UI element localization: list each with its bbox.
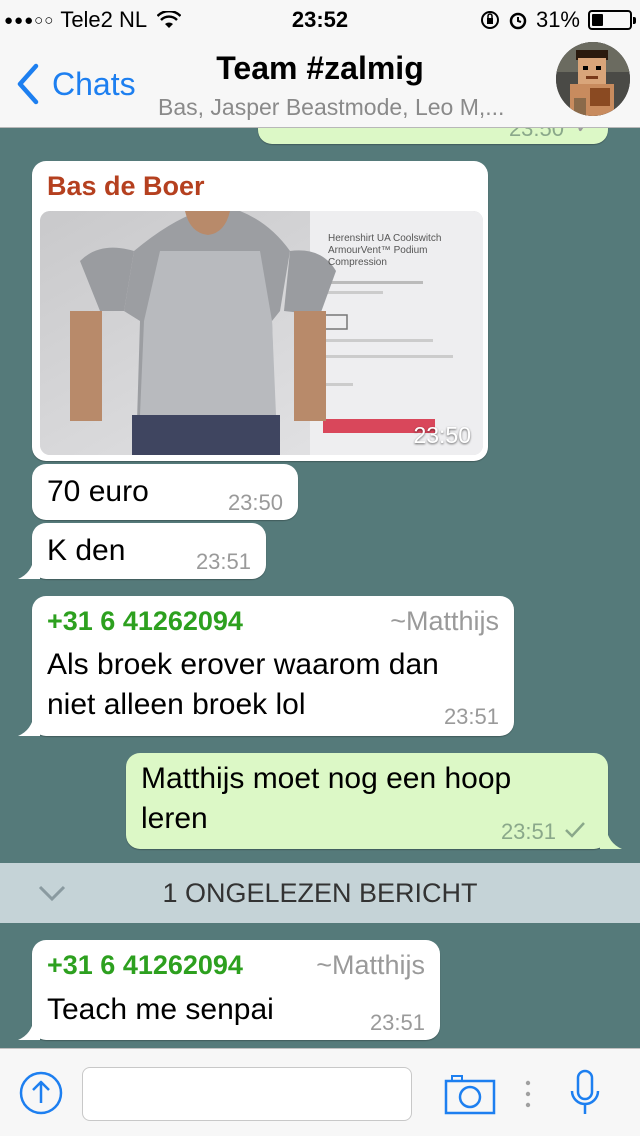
sent-check-icon: ✓ xyxy=(575,128,592,139)
bubble-tail xyxy=(18,1018,40,1040)
message-time: 23:50 xyxy=(227,490,283,515)
camera-icon[interactable] xyxy=(444,1073,496,1115)
message-time: 23:50 xyxy=(413,422,471,448)
status-bar: ●●●○○ Tele2 NL 23:52 31% xyxy=(0,0,640,40)
message-text-line: leren xyxy=(141,802,208,835)
message-time: 23:51 xyxy=(500,819,556,844)
orientation-lock-icon xyxy=(480,11,499,29)
message-text: K den xyxy=(47,534,126,567)
photo-caption: Herenshirt UA Coolswitch ArmourVent™ Pod… xyxy=(328,233,441,269)
sender-alias: ~Matthijs xyxy=(316,950,425,980)
group-members[interactable]: Bas, Jasper Beastmode, Leo M,... xyxy=(158,94,504,121)
message-bubble-image[interactable]: Bas de Boer Herenshirt UA Coolswitch Arm… xyxy=(32,161,488,461)
message-text-line: niet alleen broek lol xyxy=(47,688,306,721)
message-bubble-outgoing[interactable]: Matthijs moet nog een hoop leren 23:51 xyxy=(126,753,622,849)
group-avatar-image xyxy=(556,42,630,116)
photo-caption-line: Herenshirt UA Coolswitch xyxy=(328,233,442,244)
message-time: 23:51 xyxy=(195,549,251,574)
message-text: 70 euro xyxy=(47,475,149,508)
message-bubble-incoming[interactable]: K den 23:51 xyxy=(18,523,266,579)
message-time: 23:51 xyxy=(443,704,499,729)
message-input[interactable] xyxy=(82,1067,412,1121)
bubble-tail xyxy=(600,827,622,849)
alarm-icon xyxy=(509,12,527,30)
battery-fill xyxy=(592,14,603,26)
sender-phone: +31 6 41262094 xyxy=(47,606,243,636)
message-bubble-outgoing[interactable]: 23:50 ✓ xyxy=(258,128,608,144)
unread-messages-banner: 1 ONGELEZEN BERICHT xyxy=(0,863,640,923)
message-text-line: Matthijs moet nog een hoop xyxy=(141,762,512,795)
sender-phone: +31 6 41262094 xyxy=(47,950,243,980)
upload-icon[interactable] xyxy=(18,1070,64,1116)
message-text: Teach me senpai xyxy=(47,993,274,1026)
battery-percentage: 31% xyxy=(535,7,580,32)
chat-header: Chats Team #zalmig Bas, Jasper Beastmode… xyxy=(0,40,640,128)
message-time: 23:51 xyxy=(369,1010,425,1035)
sent-check-icon xyxy=(565,822,585,838)
chevron-down-icon xyxy=(38,885,66,902)
shared-photo[interactable]: Herenshirt UA Coolswitch ArmourVent™ Pod… xyxy=(40,211,483,455)
battery-icon xyxy=(588,10,636,30)
message-text-line: Als broek erover waarom dan xyxy=(47,648,439,681)
microphone-icon[interactable] xyxy=(568,1069,602,1117)
bubble-tail xyxy=(18,557,40,579)
group-title[interactable]: Team #zalmig xyxy=(0,50,640,87)
unread-label: 1 ONGELEZEN BERICHT xyxy=(162,877,478,908)
group-avatar[interactable] xyxy=(556,42,630,116)
message-bubble-incoming[interactable]: 70 euro 23:50 xyxy=(32,464,298,520)
photo-caption-line: Compression xyxy=(328,257,387,268)
message-composer xyxy=(0,1048,640,1136)
photo-caption-line: ArmourVent™ Podium xyxy=(328,245,428,256)
message-time: 23:50 xyxy=(508,128,564,141)
more-dots-icon[interactable] xyxy=(524,1079,532,1109)
message-bubble-incoming[interactable]: +31 6 41262094 ~Matthijs Teach me senpai… xyxy=(18,940,440,1040)
message-bubble-incoming[interactable]: +31 6 41262094 ~Matthijs Als broek erove… xyxy=(18,596,514,736)
message-list[interactable]: 23:50 ✓ Bas de Boer xyxy=(0,128,640,1048)
bubble-tail xyxy=(18,714,40,736)
sender-alias: ~Matthijs xyxy=(390,606,499,636)
sender-name: Bas de Boer xyxy=(47,171,205,201)
